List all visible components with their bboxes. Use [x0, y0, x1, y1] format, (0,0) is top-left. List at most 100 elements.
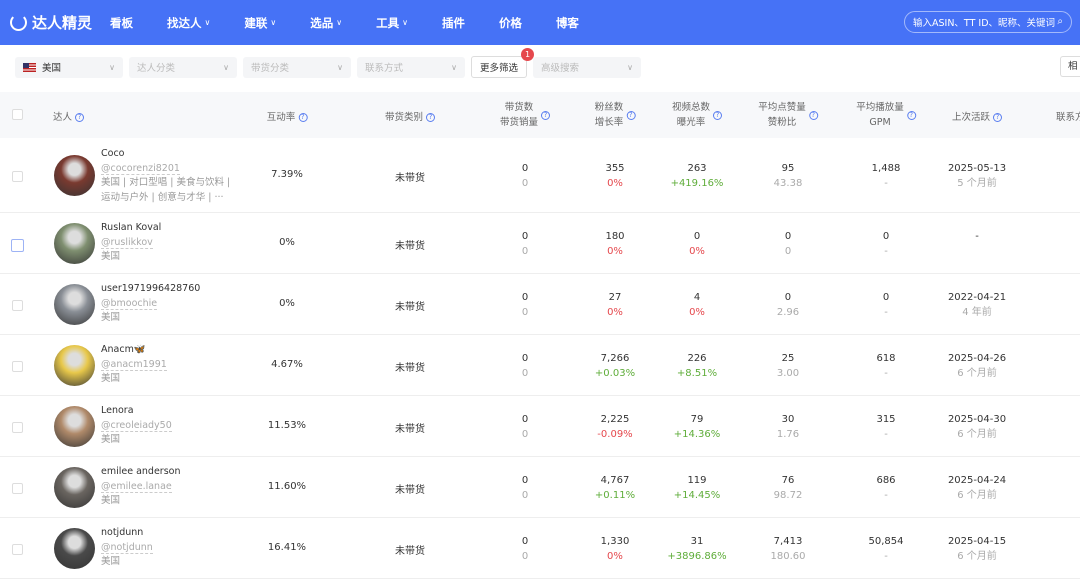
plays-cell: 0-: [882, 230, 890, 257]
avatar[interactable]: [54, 405, 95, 447]
creator-handle[interactable]: @notjdunn: [101, 541, 153, 554]
nav-item[interactable]: 价格: [499, 15, 522, 31]
row-checkbox[interactable]: [12, 360, 23, 372]
row-checkbox[interactable]: [12, 482, 23, 494]
filter-bar: 美国 ∨ 达人分类 ∨ 带货分类 ∨ 联系方式 ∨ 更多筛选 1 高级搜索 ∨: [15, 48, 642, 78]
creator-handle[interactable]: @ruslikkov: [101, 236, 153, 249]
plays-cell: 686-: [876, 474, 896, 501]
table-row[interactable]: Anacm🦋 @anacm1991 美国 4.67% 未带货 0 0 7,266 +0.…: [0, 335, 1080, 396]
row-checkbox[interactable]: [12, 299, 23, 311]
creator-info: notjdunn @notjdunn 美国: [101, 526, 231, 570]
nav-item[interactable]: 插件: [442, 15, 465, 31]
help-icon[interactable]: ?: [808, 110, 818, 120]
logo-icon: [10, 14, 27, 31]
advanced-search-select[interactable]: 高级搜索 ∨: [533, 56, 642, 78]
help-icon[interactable]: ?: [906, 110, 916, 120]
more-filters-button[interactable]: 更多筛选 1: [471, 48, 535, 78]
help-icon[interactable]: ?: [426, 113, 436, 122]
creator-name[interactable]: notjdunn: [101, 526, 231, 541]
avatar[interactable]: [54, 466, 95, 508]
creator-handle[interactable]: @bmoochie: [101, 297, 158, 310]
chevron-down-icon: ∨: [451, 62, 457, 72]
row-checkbox[interactable]: [12, 170, 23, 182]
plays-cell: 618-: [876, 352, 896, 379]
nav-item[interactable]: 工具 ∨: [376, 15, 408, 31]
creator-handle[interactable]: @creoleiady50: [101, 419, 172, 432]
active-cell: 2025-04-15 6 个月前: [947, 535, 1007, 562]
column-header: 带货类别?: [385, 109, 436, 123]
sales-cell: 00: [521, 352, 529, 379]
fans-cell: 180 0%: [605, 230, 625, 257]
help-icon[interactable]: ?: [75, 113, 85, 122]
nav-item[interactable]: 博客: [556, 15, 579, 31]
table-row[interactable]: Coco @cocorenzi8201 美国 | 对口型唱 | 美食与饮料 | 运动…: [0, 138, 1080, 213]
sales-cell: 00: [521, 291, 529, 318]
table-row[interactable]: user1971996428760 @bmoochie 美国 0% 未带货 00 2…: [0, 274, 1080, 335]
row-checkbox[interactable]: [11, 238, 24, 252]
engagement-cell: 4.67%: [271, 358, 303, 370]
likes-cell: 76 98.72: [773, 474, 803, 501]
goods-category-select[interactable]: 带货分类 ∨: [243, 56, 351, 78]
creator-handle[interactable]: @anacm1991: [101, 358, 167, 371]
help-icon[interactable]: ?: [993, 113, 1003, 122]
select-all-checkbox[interactable]: [12, 109, 23, 120]
help-icon[interactable]: ?: [626, 110, 636, 120]
contact-select[interactable]: 联系方式 ∨: [357, 56, 465, 78]
help-icon[interactable]: ?: [298, 113, 308, 122]
likes-cell: 7,413 180.60: [770, 535, 806, 562]
videos-cell: 4 0%: [689, 291, 705, 318]
sales-cell: 00: [521, 230, 529, 257]
creator-handle[interactable]: @emilee.lanae: [101, 480, 172, 493]
likes-cell: 25 3.00: [776, 352, 800, 379]
column-header: 带货数 带货销量?: [500, 100, 551, 130]
avatar[interactable]: [54, 527, 95, 569]
chevron-down-icon: ∨: [337, 62, 343, 72]
creator-handle[interactable]: @cocorenzi8201: [101, 162, 180, 175]
search-input[interactable]: 输入ASIN、TT ID、昵称、关键词 ⌕: [904, 11, 1072, 33]
engagement-cell: 0%: [279, 236, 295, 248]
nav-item[interactable]: 建联 ∨: [244, 15, 276, 31]
active-cell: 2025-05-13 5 个月前: [947, 162, 1007, 189]
creator-name[interactable]: Coco: [101, 147, 231, 162]
table-row[interactable]: notjdunn @notjdunn 美国 16.41% 未带货 0 0 1,330 0…: [0, 518, 1080, 579]
help-icon[interactable]: ?: [541, 110, 551, 120]
avatar[interactable]: [54, 154, 95, 196]
creator-name[interactable]: Anacm🦋: [101, 343, 231, 358]
creator-name[interactable]: emilee anderson: [101, 465, 231, 480]
creator-name[interactable]: Ruslan Koval: [101, 221, 231, 236]
creator-name[interactable]: Lenora: [101, 404, 231, 419]
active-cell: 2022-04-21 4 年前: [947, 291, 1007, 318]
likes-cell: 95 43.38: [773, 162, 803, 189]
table-row[interactable]: Ruslan Koval @ruslikkov 美国 0% 未带货 0 0 180 0%…: [0, 213, 1080, 274]
creator-name[interactable]: user1971996428760: [101, 282, 231, 297]
active-cell: 2025-04-24 6 个月前: [947, 474, 1007, 501]
creator-category-select[interactable]: 达人分类 ∨: [129, 56, 237, 78]
nav-item[interactable]: 选品 ∨: [310, 15, 342, 31]
engagement-cell: 7.39%: [271, 168, 303, 180]
table-row[interactable]: emilee anderson @emilee.lanae 美国 11.60% 未…: [0, 457, 1080, 518]
country-select[interactable]: 美国 ∨: [15, 56, 123, 78]
nav-item[interactable]: 看板: [110, 15, 133, 31]
chevron-down-icon: ∨: [109, 62, 115, 72]
row-checkbox[interactable]: [12, 543, 23, 555]
fans-cell: 7,266 +0.03%: [594, 352, 636, 379]
likes-cell: 00: [784, 230, 792, 257]
table-row[interactable]: Lenora @creoleiady50 美国 11.53% 未带货 0 0 2,22…: [0, 396, 1080, 457]
help-icon[interactable]: ?: [713, 110, 723, 120]
avatar[interactable]: [54, 283, 95, 325]
engagement-cell: 11.53%: [267, 419, 307, 431]
creator-info: Lenora @creoleiady50 美国: [101, 404, 231, 448]
avatar[interactable]: [54, 222, 95, 264]
related-button[interactable]: 相关: [1060, 56, 1080, 77]
videos-cell: 226 +8.51%: [676, 352, 718, 379]
avatar[interactable]: [54, 344, 95, 386]
column-header: 互动率?: [267, 109, 308, 123]
videos-cell: 119 +14.45%: [673, 474, 721, 501]
nav-item[interactable]: 找达人 ∨: [167, 15, 210, 31]
sales-cell: 00: [521, 474, 529, 501]
engagement-cell: 11.60%: [267, 480, 307, 492]
goods-category-cell: 未带货: [395, 545, 425, 557]
brand-logo[interactable]: 达人精灵: [10, 12, 110, 33]
row-checkbox[interactable]: [12, 421, 23, 433]
search-icon[interactable]: ⌕: [1057, 16, 1063, 27]
